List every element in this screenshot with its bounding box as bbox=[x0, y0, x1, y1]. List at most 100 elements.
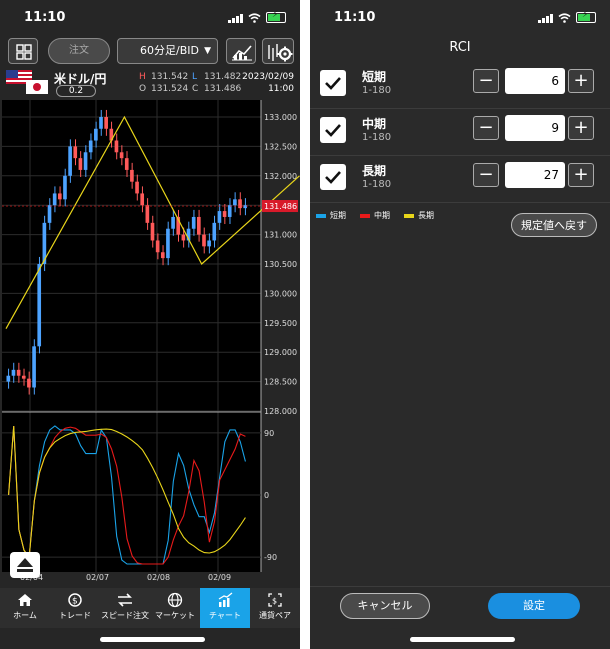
candle-body bbox=[124, 158, 129, 170]
legend-label: 中期 bbox=[374, 211, 390, 220]
check-icon bbox=[325, 124, 341, 137]
rci-row-short: 短期 1-180 − 6 + bbox=[310, 62, 610, 109]
candle-body bbox=[21, 375, 26, 379]
speed-order-icon bbox=[118, 593, 132, 607]
rci-row-long: 長期 1-180 − 27 + bbox=[310, 156, 610, 203]
x-tick-label: 02/08 bbox=[147, 573, 170, 582]
price-chart[interactable]: 133.000132.500132.000131.500131.000130.5… bbox=[0, 100, 300, 586]
currency-pair-icon: $ bbox=[268, 593, 282, 607]
price-tick-label: 129.000 bbox=[264, 348, 297, 357]
rci-tick-label: 90 bbox=[264, 429, 274, 438]
price-tick-label: 128.000 bbox=[264, 407, 297, 416]
nav-speed-order[interactable]: スピード注文 bbox=[100, 588, 150, 628]
wifi-icon bbox=[248, 12, 261, 23]
candle-body bbox=[114, 140, 119, 153]
svg-text:$: $ bbox=[272, 597, 277, 606]
check-icon bbox=[325, 77, 341, 90]
close-label: C bbox=[192, 84, 199, 94]
period-select-label: 60分足/BID bbox=[140, 44, 199, 57]
nav-label: 通貨ペア bbox=[259, 611, 291, 620]
period-select[interactable]: 60分足/BID ▼ bbox=[117, 38, 218, 64]
candle-body bbox=[11, 369, 16, 376]
rci-row-range: 1-180 bbox=[362, 132, 392, 143]
chart-screen: 11:10 ⚡ 注文 60分足/BID ▼ 米ドル/円 0.2 H 131.54… bbox=[0, 0, 300, 649]
nav-home[interactable]: ホーム bbox=[0, 588, 50, 628]
chevron-down-icon: ▼ bbox=[204, 46, 211, 56]
candle-body bbox=[47, 205, 52, 223]
open-value: 131.524 bbox=[151, 84, 189, 94]
bar-time: 11:00 bbox=[268, 84, 294, 94]
candle-body bbox=[222, 211, 227, 217]
price-tick-label: 129.500 bbox=[264, 319, 297, 328]
candle-body bbox=[32, 346, 36, 388]
status-time: 11:10 bbox=[24, 10, 66, 25]
status-bar: 11:10 ⚡ bbox=[310, 0, 610, 34]
nav-trade[interactable]: $ トレード bbox=[50, 588, 100, 628]
jp-flag-icon bbox=[26, 80, 48, 94]
collapse-panel-button[interactable] bbox=[10, 552, 40, 578]
long-term-decrement-button[interactable]: − bbox=[473, 163, 499, 187]
price-tick-label: 128.500 bbox=[264, 378, 297, 387]
battery-icon: ⚡ bbox=[266, 10, 286, 23]
long-term-checkbox[interactable] bbox=[320, 164, 346, 190]
price-tick-label: 132.000 bbox=[264, 172, 297, 181]
nav-currency-pair[interactable]: $ 通貨ペア bbox=[250, 588, 300, 628]
short-term-checkbox[interactable] bbox=[320, 70, 346, 96]
candle-body bbox=[160, 252, 165, 259]
price-tick-label: 132.500 bbox=[264, 142, 297, 151]
candle-body bbox=[166, 228, 170, 259]
check-icon bbox=[325, 171, 341, 184]
open-label: O bbox=[139, 84, 147, 94]
short-term-decrement-button[interactable]: − bbox=[473, 69, 499, 93]
candle-body bbox=[37, 264, 42, 347]
candle-body bbox=[171, 216, 175, 229]
status-icons: ⚡ bbox=[538, 10, 596, 23]
candle-body bbox=[212, 222, 217, 241]
apply-button[interactable]: 設定 bbox=[488, 593, 580, 619]
nav-chart[interactable]: チャート bbox=[200, 588, 250, 628]
nav-label: マーケット bbox=[155, 611, 195, 620]
indicator-gear-icon bbox=[268, 44, 293, 62]
long-term-input[interactable]: 27 bbox=[505, 162, 565, 188]
mid-term-decrement-button[interactable]: − bbox=[473, 116, 499, 140]
low-label: L bbox=[192, 72, 198, 82]
candle-body bbox=[191, 216, 196, 229]
nav-market[interactable]: マーケット bbox=[150, 588, 200, 628]
home-icon bbox=[18, 594, 32, 606]
indicator-settings-button[interactable] bbox=[262, 38, 294, 64]
candle-body bbox=[197, 216, 201, 235]
candle-body bbox=[99, 117, 103, 129]
nav-label: チャート bbox=[209, 611, 241, 620]
short-term-input[interactable]: 6 bbox=[505, 68, 565, 94]
long-term-increment-button[interactable]: + bbox=[568, 163, 594, 187]
candle-body bbox=[150, 222, 155, 241]
signal-icon bbox=[228, 13, 243, 23]
order-button[interactable]: 注文 bbox=[48, 38, 110, 64]
legend-label: 短期 bbox=[330, 211, 346, 220]
reset-defaults-button[interactable]: 規定値へ戻す bbox=[511, 213, 597, 237]
candle-body bbox=[140, 193, 145, 206]
bottom-nav: ホーム $ トレード スピード注文 マーケット チャート $ 通貨ペア bbox=[0, 588, 300, 628]
nav-label: スピード注文 bbox=[101, 611, 149, 620]
price-tick-label: 130.500 bbox=[264, 260, 297, 269]
spread-badge: 0.2 bbox=[56, 85, 96, 97]
mid-term-input[interactable]: 9 bbox=[505, 115, 565, 141]
mid-term-checkbox[interactable] bbox=[320, 117, 346, 143]
candle-body bbox=[227, 205, 232, 217]
candle-body bbox=[27, 378, 31, 388]
short-term-increment-button[interactable]: + bbox=[568, 69, 594, 93]
rci-legend: 短期 中期 長期 bbox=[316, 210, 434, 221]
trade-icon: $ bbox=[68, 593, 82, 607]
mid-term-increment-button[interactable]: + bbox=[568, 116, 594, 140]
status-time: 11:10 bbox=[334, 10, 376, 25]
legend-item-short: 短期 bbox=[316, 210, 346, 221]
rci-row-range: 1-180 bbox=[362, 179, 392, 190]
layout-grid-button[interactable] bbox=[8, 38, 38, 64]
rci-tick-label: -90 bbox=[264, 553, 277, 562]
legend-label: 長期 bbox=[418, 211, 434, 220]
price-tick-label: 131.000 bbox=[264, 231, 297, 240]
candle-body bbox=[130, 169, 134, 182]
rci-row-label: 短期 bbox=[362, 70, 387, 84]
drawing-tool-button[interactable] bbox=[226, 38, 256, 64]
cancel-button[interactable]: キャンセル bbox=[340, 593, 430, 619]
